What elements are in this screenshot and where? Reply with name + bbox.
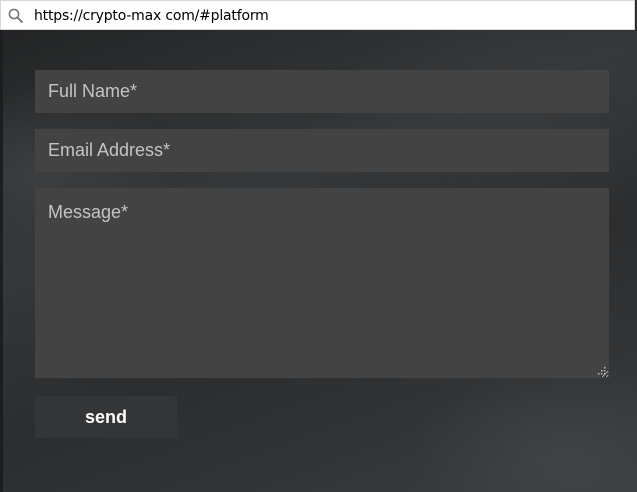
send-button[interactable]: send	[35, 396, 177, 438]
address-bar[interactable]: https://crypto-max com/#platform	[0, 0, 635, 30]
url-text[interactable]: https://crypto-max com/#platform	[34, 8, 269, 24]
search-icon	[8, 8, 24, 24]
full-name-input[interactable]	[35, 70, 609, 113]
contact-section: send	[0, 30, 637, 492]
email-address-input[interactable]	[35, 129, 609, 172]
message-textarea[interactable]	[35, 188, 609, 378]
